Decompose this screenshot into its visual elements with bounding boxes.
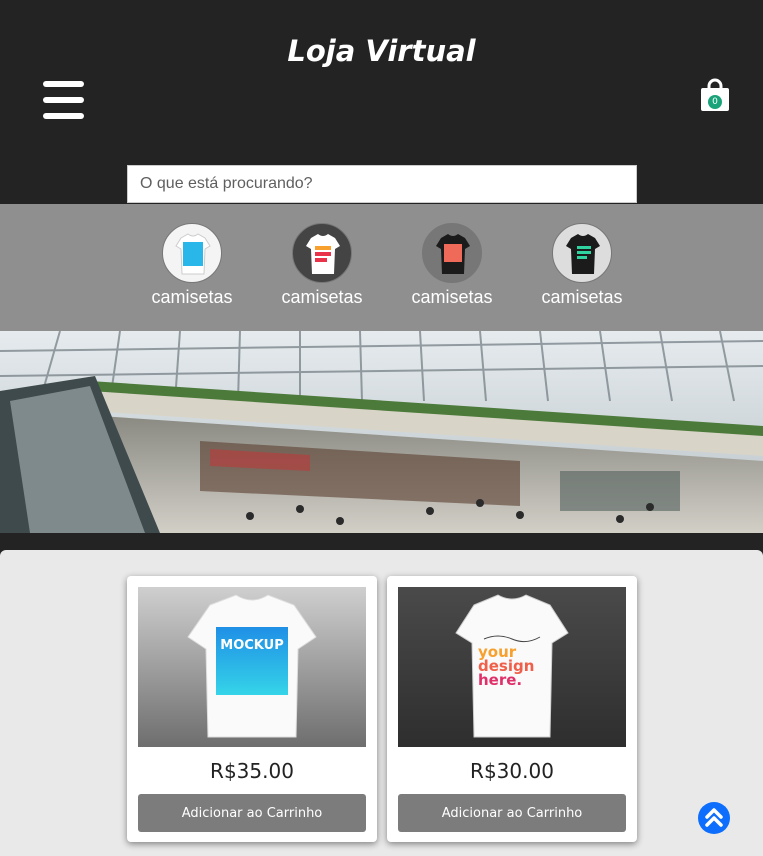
category-label: camisetas [281,287,363,307]
product-price: R$30.00 [470,759,554,783]
product-image: MOCKUP [138,587,366,747]
hamburger-icon-bar [43,97,84,103]
category-thumbnail [162,223,222,283]
mall-banner-image [0,331,763,533]
product-price: R$35.00 [210,759,294,783]
category-item[interactable]: camisetas [402,223,502,308]
add-to-cart-button[interactable]: Adicionar ao Carrinho [138,794,366,832]
category-item[interactable]: camisetas [142,223,242,308]
category-label: camisetas [151,287,233,307]
category-item[interactable]: camisetas [532,223,632,308]
product-image: your design here. [398,587,626,747]
category-label: camisetas [411,287,493,307]
cart-count-badge: 0 [708,95,722,109]
chevron-up-icon [705,808,723,827]
category-label: camisetas [541,287,623,307]
category-thumbnail [552,223,612,283]
product-card: MOCKUP R$35.00 Adicionar ao Carrinho [127,576,377,842]
menu-button[interactable] [43,80,84,120]
product-card: your design here. R$30.00 Adicionar ao C… [387,576,637,842]
hamburger-icon-bar [43,81,84,87]
category-thumbnail [422,223,482,283]
product-list: MOCKUP R$35.00 Adicionar ao Carrinho you… [0,550,763,856]
hamburger-icon-bar [43,113,84,119]
category-bar: camisetas camisetas camisetas camisetas [0,204,763,331]
site-title: Loja Virtual [287,34,476,68]
product-print-text: MOCKUP [220,638,283,653]
add-to-cart-button[interactable]: Adicionar ao Carrinho [398,794,626,832]
category-item[interactable]: camisetas [272,223,372,308]
product-print-text: here. [478,671,522,689]
cart-button[interactable]: 0 [700,78,730,112]
divider [0,533,763,550]
scroll-to-top-button[interactable] [698,802,730,834]
header: Loja Virtual 0 [0,0,763,204]
search-input[interactable] [127,165,637,203]
category-thumbnail [292,223,352,283]
